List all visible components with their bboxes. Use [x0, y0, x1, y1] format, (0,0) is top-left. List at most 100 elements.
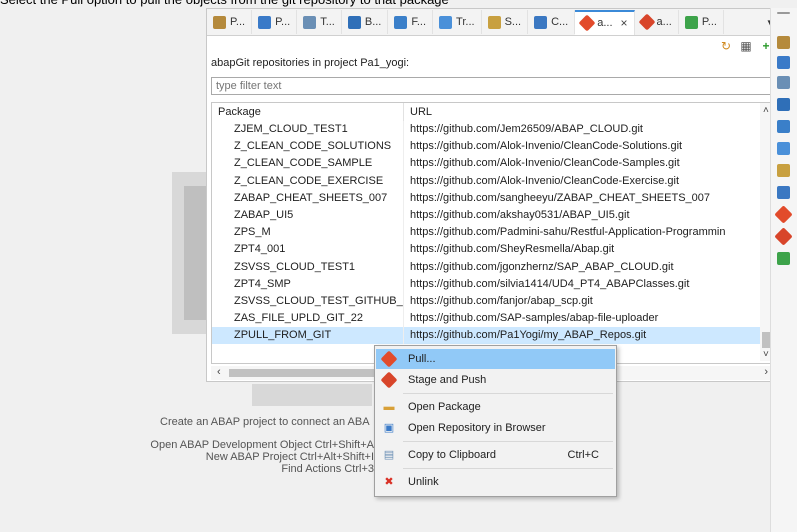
- shortcut-open-object[interactable]: Open ABAP Development Object Ctrl+Shift+…: [120, 439, 374, 451]
- properties-icon: [258, 15, 272, 29]
- package-cell: ZPT4_SMP: [212, 275, 404, 293]
- tab-search[interactable]: S...: [482, 10, 529, 34]
- filter-input[interactable]: [211, 77, 774, 95]
- package-cell: ZABAP_CHEAT_SHEETS_007: [212, 189, 404, 207]
- column-header-package[interactable]: Package: [212, 103, 404, 121]
- abapgit-staging-icon: [638, 13, 656, 31]
- table-row-selected[interactable]: ZPULL_FROM_GIT https://github.com/Pa1Yogi…: [212, 327, 762, 345]
- browser-icon: ▣: [383, 422, 395, 434]
- horizontal-scrollbar-thumb[interactable]: [229, 369, 389, 377]
- url-cell: https://github.com/Alok-Invenio/CleanCod…: [410, 157, 680, 170]
- table-row[interactable]: ZSVSS_CLOUD_TEST_GITHUB_C... https://gith…: [212, 292, 762, 311]
- package-cell: ZPS_M: [212, 224, 404, 242]
- table-body: ZJEM_CLOUD_TEST1 https://github.com/Jem26…: [212, 121, 762, 345]
- menu-item-stage-and-push[interactable]: Stage and Push: [376, 370, 615, 390]
- scroll-right-icon[interactable]: ›: [764, 366, 768, 378]
- tab-abapgit-staging[interactable]: a...: [635, 10, 679, 34]
- context-menu: Pull... Stage and Push ▬ Open Package ▣ …: [374, 345, 617, 497]
- properties-icon[interactable]: [777, 56, 790, 69]
- package-cell: ZSVSS_CLOUD_TEST_GITHUB_C...: [212, 292, 404, 311]
- tab-bookmarks[interactable]: B...: [342, 10, 389, 34]
- instruction-caption: Select the Pull option to pull the objec…: [0, 0, 449, 8]
- table-row[interactable]: Z_CLEAN_CODE_EXERCISE https://github.com/…: [212, 172, 762, 190]
- abapgit-staging-icon[interactable]: [774, 227, 793, 246]
- shortcut-find-actions[interactable]: Find Actions Ctrl+3: [120, 463, 374, 475]
- bookmarks-icon: [347, 15, 361, 29]
- problems-icon[interactable]: [777, 252, 790, 265]
- menu-item-pull[interactable]: Pull...: [376, 349, 615, 369]
- url-cell: https://github.com/silvia1414/UD4_PT4_AB…: [410, 277, 690, 290]
- table-row[interactable]: ZJEM_CLOUD_TEST1 https://github.com/Jem26…: [212, 121, 762, 139]
- transport-icon: [303, 15, 317, 29]
- link-repository-icon[interactable]: ▦: [739, 39, 753, 53]
- table-row[interactable]: ZSVSS_CLOUD_TEST1 https://github.com/jgon…: [212, 258, 762, 276]
- tab-properties[interactable]: P...: [252, 10, 298, 34]
- table-row[interactable]: ZPT4_001 https://github.com/SheyResmella/…: [212, 241, 762, 259]
- shortcut-new-project[interactable]: New ABAP Project Ctrl+Alt+Shift+I: [120, 451, 374, 463]
- tab-abapgit-repositories[interactable]: a... ×: [575, 9, 635, 35]
- project-explorer-icon[interactable]: [777, 36, 790, 49]
- transport-icon[interactable]: [777, 76, 790, 89]
- tab-transport[interactable]: T...: [297, 10, 342, 34]
- package-cell: ZABAP_UI5: [212, 206, 404, 225]
- package-cell: Z_CLEAN_CODE_EXERCISE: [212, 172, 404, 190]
- package-cell: ZSVSS_CLOUD_TEST1: [212, 258, 404, 276]
- url-cell: https://github.com/sangheeyu/ZABAP_CHEAT…: [410, 191, 711, 204]
- minimize-icon[interactable]: [777, 12, 790, 14]
- close-tab-icon[interactable]: ×: [621, 16, 628, 30]
- menu-separator: [403, 393, 613, 394]
- package-cell: ZPT4_001: [212, 241, 404, 259]
- menu-item-copy-to-clipboard[interactable]: ▤ Copy to Clipboard Ctrl+C: [376, 445, 615, 465]
- scroll-down-icon[interactable]: ˅: [763, 349, 769, 360]
- tab-feed[interactable]: F...: [388, 10, 434, 34]
- package-cell: ZPULL_FROM_GIT: [212, 327, 404, 345]
- trace-icon: [439, 15, 453, 29]
- problems-icon: [684, 15, 698, 29]
- abapgit-icon[interactable]: [774, 205, 793, 224]
- package-cell: ZAS_FILE_UPLD_GIT_22: [212, 310, 404, 328]
- menu-item-unlink[interactable]: ✖ Unlink: [376, 472, 615, 492]
- menu-separator: [403, 441, 613, 442]
- url-cell: https://github.com/fanjor/abap_scp.git: [410, 294, 593, 307]
- console-icon: [534, 15, 548, 29]
- table-row[interactable]: ZPS_M https://github.com/Padmini-sahu/Res…: [212, 224, 762, 242]
- welcome-create-project-text[interactable]: Create an ABAP project to connect an ABA: [160, 416, 370, 428]
- package-cell: ZJEM_CLOUD_TEST1: [212, 121, 404, 139]
- scroll-left-icon[interactable]: ‹: [217, 366, 221, 378]
- search-icon: [487, 15, 501, 29]
- url-cell: https://github.com/SheyResmella/Abap.git: [410, 243, 615, 256]
- repositories-table: Package URL ZJEM_CLOUD_TEST1 https://gith…: [211, 102, 774, 364]
- table-row[interactable]: ZPT4_SMP https://github.com/silvia1414/UD…: [212, 275, 762, 293]
- tab-problems[interactable]: P...: [679, 10, 724, 34]
- view-title: abapGit repositories in project Pa1_yogi…: [211, 57, 410, 69]
- table-row[interactable]: Z_CLEAN_CODE_SOLUTIONS https://github.com…: [212, 138, 762, 156]
- welcome-graphic-left-inner: [184, 186, 206, 320]
- table-row[interactable]: ZAS_FILE_UPLD_GIT_22 https://github.com/S…: [212, 310, 762, 328]
- menu-separator: [403, 468, 613, 469]
- welcome-shortcuts: Open ABAP Development Object Ctrl+Shift+…: [120, 439, 374, 475]
- table-row[interactable]: Z_CLEAN_CODE_SAMPLE https://github.com/Al…: [212, 155, 762, 173]
- url-cell: https://github.com/Padmini-sahu/Restful-…: [410, 226, 726, 239]
- tab-project-explorer[interactable]: P...: [207, 10, 253, 34]
- url-cell: https://github.com/Alok-Invenio/CleanCod…: [410, 140, 683, 153]
- trace-icon[interactable]: [777, 142, 790, 155]
- abapgit-repositories-view: P... P... T... B... F... Tr... S... C...…: [206, 8, 782, 382]
- feed-icon: [394, 15, 408, 29]
- package-cell: Z_CLEAN_CODE_SOLUTIONS: [212, 138, 404, 156]
- column-header-url[interactable]: URL: [404, 103, 762, 121]
- tab-console[interactable]: C...: [528, 10, 576, 34]
- menu-item-open-in-browser[interactable]: ▣ Open Repository in Browser: [376, 418, 615, 438]
- bookmarks-icon[interactable]: [777, 98, 790, 111]
- tab-trace[interactable]: Tr...: [433, 10, 482, 34]
- feed-icon[interactable]: [777, 120, 790, 133]
- shortcut-copy: Ctrl+C: [567, 449, 599, 461]
- url-cell: https://github.com/akshay0531/ABAP_UI5.g…: [410, 208, 630, 221]
- console-icon[interactable]: [777, 186, 790, 199]
- scroll-up-icon[interactable]: ˄: [763, 105, 769, 116]
- menu-item-open-package[interactable]: ▬ Open Package: [376, 397, 615, 417]
- table-row[interactable]: ZABAP_UI5 https://github.com/akshay0531/A…: [212, 206, 762, 225]
- table-row[interactable]: ZABAP_CHEAT_SHEETS_007 https://github.com…: [212, 189, 762, 207]
- search-icon[interactable]: [777, 164, 790, 177]
- url-cell: https://github.com/jgonzhernz/SAP_ABAP_C…: [410, 260, 674, 273]
- refresh-icon[interactable]: ↻: [719, 39, 733, 53]
